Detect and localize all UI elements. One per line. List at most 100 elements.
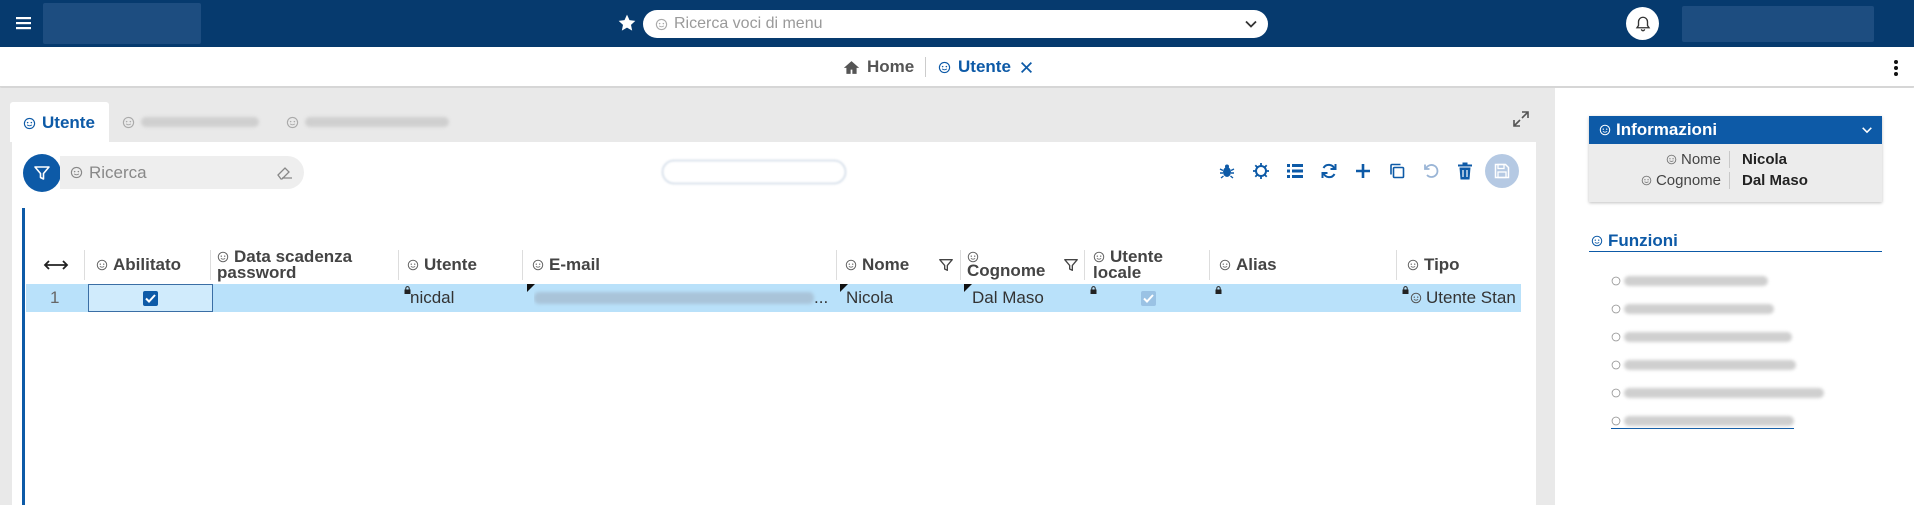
undo-icon[interactable] xyxy=(1414,154,1448,188)
table-row[interactable]: 1 nicdal ... Nicola Dal Maso Utente Stan xyxy=(26,284,1521,312)
column-title: Tipo xyxy=(1424,255,1460,274)
lock-icon xyxy=(1090,286,1097,294)
info-field-value: Dal Maso xyxy=(1742,172,1808,189)
notification-bell-icon[interactable] xyxy=(1626,7,1659,40)
funzioni-title: Funzioni xyxy=(1608,230,1678,250)
smiley-icon xyxy=(23,117,36,130)
cell-email[interactable]: ... xyxy=(534,284,834,312)
column-header-email[interactable]: E-mail xyxy=(532,246,600,284)
tab-bar: Utente xyxy=(10,102,463,142)
grid-search-box[interactable] xyxy=(60,156,304,189)
column-header-data-scadenza-password[interactable]: Data scadenza password xyxy=(217,246,352,284)
copy-icon[interactable] xyxy=(1380,154,1414,188)
smiley-icon xyxy=(1093,251,1105,263)
save-button[interactable] xyxy=(1485,154,1519,188)
column-separator xyxy=(836,250,837,280)
kebab-menu-icon[interactable] xyxy=(1893,58,1899,78)
funzioni-item[interactable] xyxy=(1611,301,1774,317)
funzioni-item[interactable] xyxy=(1611,273,1768,289)
funzioni-label-redacted xyxy=(1624,304,1774,314)
save-icon xyxy=(1494,163,1510,179)
smiley-icon xyxy=(1219,259,1231,271)
breadcrumb-home[interactable]: Home xyxy=(843,57,914,77)
funzioni-item[interactable] xyxy=(1611,413,1794,429)
tab-label-redacted xyxy=(304,117,449,127)
cell-nome[interactable]: Nicola xyxy=(846,284,893,312)
settings-gear-icon[interactable] xyxy=(1244,154,1278,188)
column-filter-nome-icon[interactable] xyxy=(938,246,954,284)
eraser-icon[interactable] xyxy=(276,166,294,180)
info-panel-header[interactable]: Informazioni xyxy=(1589,116,1882,144)
smiley-icon xyxy=(1591,235,1603,247)
tab-blurred-2[interactable] xyxy=(273,102,463,142)
chevron-down-icon[interactable] xyxy=(1861,124,1873,136)
smiley-icon xyxy=(96,259,108,271)
funzioni-label-redacted xyxy=(1624,360,1796,370)
grid-toolbar xyxy=(1210,154,1519,188)
star-icon[interactable] xyxy=(617,13,637,33)
column-header-abilitato[interactable]: Abilitato xyxy=(96,246,181,284)
column-separator xyxy=(522,250,523,280)
user-menu[interactable] xyxy=(1682,6,1874,42)
cell-tipo[interactable]: Utente Stan xyxy=(1410,284,1521,312)
column-header-cognome[interactable]: Cognome xyxy=(967,246,1045,284)
breadcrumb-current[interactable]: Utente xyxy=(938,57,1033,77)
cell-utente-locale xyxy=(1141,284,1161,312)
abilitato-checkbox[interactable] xyxy=(143,290,158,306)
smiley-icon xyxy=(1666,154,1677,165)
smiley-icon xyxy=(655,18,668,31)
right-sidebar: Informazioni Nome Nicola Cognome Dal Mas… xyxy=(1555,88,1914,505)
chevron-down-icon[interactable] xyxy=(1244,17,1258,31)
grid-search-input[interactable] xyxy=(89,162,276,183)
hamburger-menu-icon[interactable] xyxy=(14,13,34,33)
bug-icon[interactable] xyxy=(1210,154,1244,188)
info-field-cognome: Cognome Dal Maso xyxy=(1589,170,1882,191)
smiley-icon xyxy=(1611,360,1621,370)
info-field-nome: Nome Nicola xyxy=(1589,149,1882,170)
funzioni-label-redacted xyxy=(1624,415,1794,426)
smiley-icon xyxy=(407,259,419,271)
cell-abilitato[interactable] xyxy=(88,284,213,312)
home-icon xyxy=(843,60,860,74)
column-title: Utente xyxy=(424,255,477,274)
funzioni-item[interactable] xyxy=(1611,357,1796,373)
funzioni-item[interactable] xyxy=(1611,385,1824,401)
info-panel-title: Informazioni xyxy=(1616,120,1718,139)
smiley-icon xyxy=(1611,416,1621,426)
column-separator xyxy=(1396,250,1397,280)
cell-utente[interactable]: nicdal xyxy=(410,284,454,312)
column-header-nome[interactable]: Nome xyxy=(845,246,909,284)
refresh-icon[interactable] xyxy=(1312,154,1346,188)
delete-trash-icon[interactable] xyxy=(1448,154,1482,188)
funzioni-label-redacted xyxy=(1624,276,1768,286)
smiley-icon xyxy=(1410,292,1422,304)
smiley-icon xyxy=(938,61,951,74)
breadcrumb-current-label: Utente xyxy=(958,57,1011,76)
smiley-icon xyxy=(1611,304,1621,314)
column-filter-cognome-icon[interactable] xyxy=(1063,246,1079,284)
column-header-utente[interactable]: Utente xyxy=(407,246,477,284)
column-separator xyxy=(1209,250,1210,280)
redacted-control[interactable] xyxy=(662,160,846,184)
cell-cognome[interactable]: Dal Maso xyxy=(972,284,1044,312)
expand-icon[interactable] xyxy=(1512,110,1530,128)
funzioni-item[interactable] xyxy=(1611,329,1792,345)
close-icon[interactable] xyxy=(1020,61,1033,74)
tab-label: Utente xyxy=(42,113,95,132)
tab-utente[interactable]: Utente xyxy=(10,102,109,142)
column-header-alias[interactable]: Alias xyxy=(1219,246,1277,284)
list-view-icon[interactable] xyxy=(1278,154,1312,188)
funzioni-header: Funzioni xyxy=(1589,230,1882,252)
filter-button[interactable] xyxy=(23,154,61,192)
tab-label-redacted xyxy=(140,117,259,127)
add-icon[interactable] xyxy=(1346,154,1380,188)
menu-search-box[interactable] xyxy=(643,10,1268,38)
column-separator xyxy=(398,250,399,280)
column-header-utente-locale[interactable]: Utente locale xyxy=(1093,246,1163,284)
menu-search-input[interactable] xyxy=(674,15,1244,33)
column-resize-handle[interactable] xyxy=(43,246,69,284)
smiley-icon xyxy=(217,251,229,263)
tab-blurred-1[interactable] xyxy=(109,102,273,142)
column-header-tipo[interactable]: Tipo xyxy=(1407,246,1460,284)
column-title: Abilitato xyxy=(113,255,181,274)
